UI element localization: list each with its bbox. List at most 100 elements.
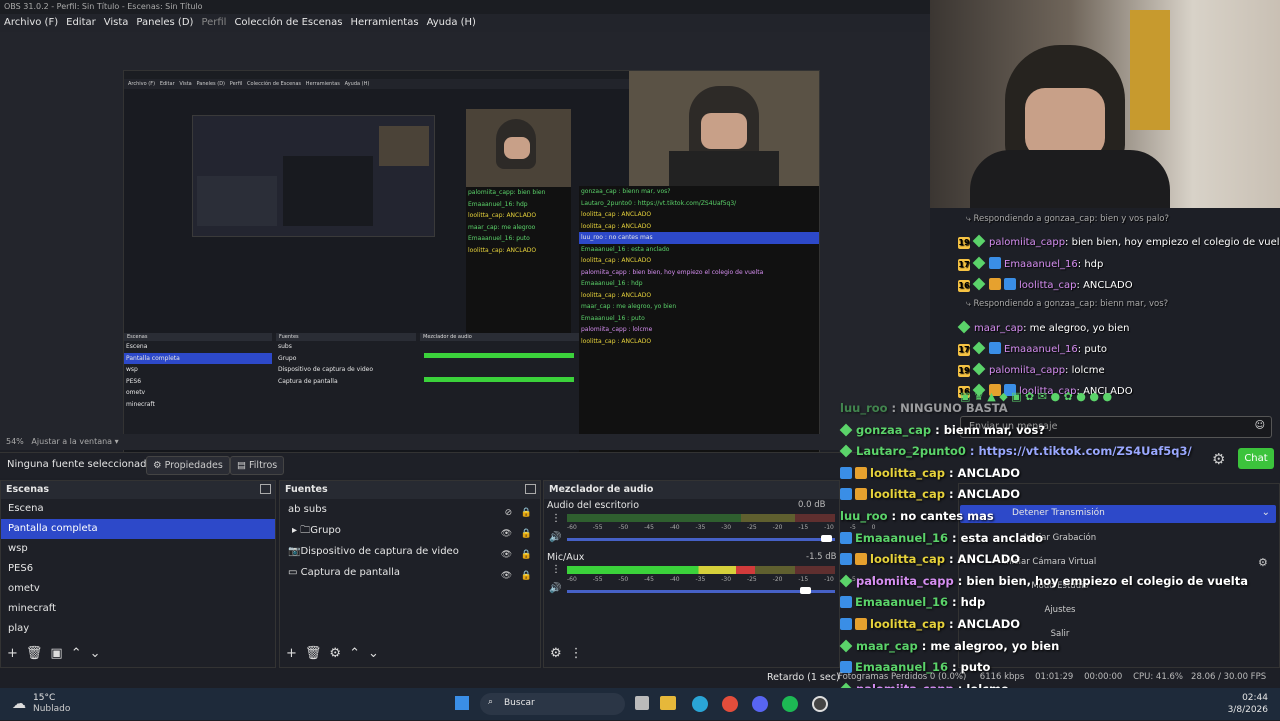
more-icon[interactable]: ⋮ — [551, 564, 561, 575]
gear-icon[interactable]: ⚙ — [1258, 556, 1268, 569]
source-item-subs[interactable]: ab subs ⊘ 🔒 — [280, 499, 540, 520]
lock-icon[interactable]: 🔒 — [521, 571, 532, 581]
mod-icon — [840, 488, 852, 501]
zoom-row: 54% Ajustar a la ventana ▾ — [0, 434, 930, 450]
trash-icon[interactable]: 🗑 — [26, 646, 43, 661]
mod-icon — [840, 596, 852, 609]
undock-icon[interactable] — [260, 484, 271, 494]
source-label: Dispositivo de captura de video — [300, 546, 459, 557]
chevron-down-icon[interactable]: ▾ — [115, 437, 119, 446]
chat-message: luu_roo : no cantes mas — [840, 509, 994, 523]
menu-item[interactable]: Herramientas — [350, 17, 418, 28]
filters-button[interactable]: ▤ Filtros — [230, 456, 285, 475]
chevron-down-icon[interactable]: ⌄ — [1262, 507, 1270, 518]
overlay-chat-line: 16 loolitta_cap: ANCLADO — [958, 277, 1133, 292]
mod-icon — [840, 553, 852, 566]
lock-icon[interactable]: 🔒 — [521, 508, 532, 518]
trash-icon[interactable]: 🗑 — [305, 646, 322, 661]
spotify-icon[interactable] — [782, 696, 798, 712]
zoom-fit-dropdown[interactable]: Ajustar a la ventana — [31, 437, 112, 446]
file-explorer-icon[interactable] — [660, 696, 676, 710]
meter-desktop-bg — [567, 514, 835, 522]
stop-stream-button[interactable]: Detener Transmisión ⌄ — [960, 505, 1276, 523]
discord-icon[interactable] — [752, 696, 768, 712]
channel-desktop-name: Audio del escritorio — [547, 500, 640, 511]
window-title: OBS 31.0.2 - Perfil: Sin Título - Escena… — [0, 0, 930, 14]
menu-bar: Archivo (F) Editar Vista Paneles (D) Perfil C… — [0, 14, 930, 32]
arrow-down-icon[interactable]: ⌄ — [368, 646, 379, 661]
menu-item[interactable]: Paneles (D) — [136, 17, 193, 28]
channel-desktop-db: 0.0 dB — [798, 500, 826, 510]
gear-icon: ⚙ — [153, 460, 162, 471]
edge-icon[interactable] — [692, 696, 708, 712]
nested-preview: palomiita_capp: bien bien Emaaanuel_16: … — [124, 89, 629, 337]
lock-icon[interactable]: 🔒 — [521, 550, 532, 560]
undock-icon[interactable] — [525, 484, 536, 494]
mod-icon — [989, 256, 1001, 269]
menu-item[interactable]: Ayuda (H) — [427, 17, 476, 28]
gear-icon[interactable]: ⚙ — [550, 646, 562, 661]
scene-item[interactable]: wsp — [1, 539, 275, 559]
lock-icon[interactable]: 🔒 — [521, 529, 532, 539]
menu-item[interactable]: Archivo (F) — [4, 17, 58, 28]
obs-icon[interactable] — [812, 696, 828, 712]
expand-icon[interactable]: ▸ — [292, 525, 297, 536]
gem-icon — [839, 574, 853, 588]
gear-icon[interactable]: ⚙ — [1212, 450, 1225, 468]
overlay-chat-line: ⤷ Respondiendo a gonzaa_cap: bienn mar, … — [966, 299, 1169, 310]
menu-item[interactable]: Vista — [104, 17, 129, 28]
gem-icon — [957, 320, 971, 333]
emoji-icon[interactable]: ☺ — [1255, 420, 1265, 431]
task-view-icon[interactable] — [635, 696, 649, 710]
speaker-icon[interactable]: 🔊 — [549, 583, 561, 594]
frames-lost: Fotogramas Perdidos 0 (0.0%) — [838, 672, 967, 682]
chat-overlay: ⤷ Respondiendo a gonzaa_cap: bien y vos … — [957, 210, 1280, 410]
crown-icon — [855, 553, 867, 566]
volume-knob[interactable] — [820, 535, 832, 542]
source-item-screen[interactable]: ▭ Captura de pantalla 👁 🔒 — [280, 562, 540, 583]
properties-label: Propiedades — [164, 460, 223, 471]
arrow-up-icon[interactable]: ⌃ — [349, 646, 360, 661]
scene-item[interactable]: PES6 — [1, 559, 275, 579]
overlay-chat-line: 19 palomiita_capp: lolcme — [958, 362, 1105, 378]
add-icon[interactable]: + — [286, 646, 297, 661]
eye-icon[interactable]: 👁 — [501, 571, 512, 581]
chat-message: Emaaanuel_16 : esta anclado — [840, 528, 1043, 549]
arrow-up-icon[interactable]: ⌃ — [71, 646, 82, 661]
windows-start-icon[interactable] — [455, 696, 469, 710]
taskbar-search-label: Buscar — [504, 698, 535, 708]
source-item-camera[interactable]: 📷Dispositivo de captura de video 👁 🔒 — [280, 541, 540, 562]
scene-item[interactable]: Escena — [1, 499, 275, 519]
menu-item[interactable]: Editar — [66, 17, 96, 28]
eye-off-icon[interactable]: ⊘ — [505, 508, 513, 518]
scenes-dock: Escenas Escena Pantalla completa wsp PES6 om… — [0, 480, 276, 668]
volume-slider-mic[interactable] — [567, 590, 835, 593]
properties-button[interactable]: ⚙ Propiedades — [146, 456, 230, 475]
chrome-icon[interactable] — [722, 696, 738, 712]
taskbar-search[interactable]: ⌕ Buscar — [480, 693, 625, 715]
eye-icon[interactable]: 👁 — [501, 529, 512, 539]
scene-item[interactable]: minecraft — [1, 599, 275, 619]
filter-icon[interactable]: ▣ — [50, 646, 62, 661]
scene-item[interactable]: play — [1, 619, 275, 639]
menu-item[interactable]: Perfil — [201, 17, 226, 28]
speaker-icon[interactable]: 🔊 — [549, 532, 561, 543]
sources-toolbar: + 🗑 ⚙ ⌃ ⌄ — [280, 643, 540, 667]
more-icon[interactable]: ⋮ — [551, 513, 561, 524]
scene-item[interactable]: ometv — [1, 579, 275, 599]
volume-slider-desktop[interactable] — [567, 538, 835, 541]
preview-canvas[interactable]: Archivo (F) Editar Vista Paneles (D) Per… — [0, 32, 930, 462]
source-item-grupo[interactable]: ▸ 🗀Grupo 👁 🔒 — [280, 520, 540, 541]
arrow-down-icon[interactable]: ⌄ — [90, 646, 101, 661]
gear-icon[interactable]: ⚙ — [329, 646, 341, 661]
source-label: Grupo — [310, 525, 341, 536]
nested-nested-preview — [192, 115, 435, 237]
volume-knob[interactable] — [799, 587, 811, 594]
more-icon[interactable]: ⋮ — [570, 646, 583, 661]
chat-send-button[interactable]: Chat — [1238, 448, 1274, 469]
add-icon[interactable]: + — [7, 646, 18, 661]
menu-item[interactable]: Colección de Escenas — [234, 17, 342, 28]
eye-icon[interactable]: 👁 — [501, 550, 512, 560]
scene-item[interactable]: Pantalla completa — [1, 519, 275, 539]
taskbar: ☁ 15°C Nublado ⌕ Buscar 02:44 3/8/2026 — [0, 688, 1280, 720]
